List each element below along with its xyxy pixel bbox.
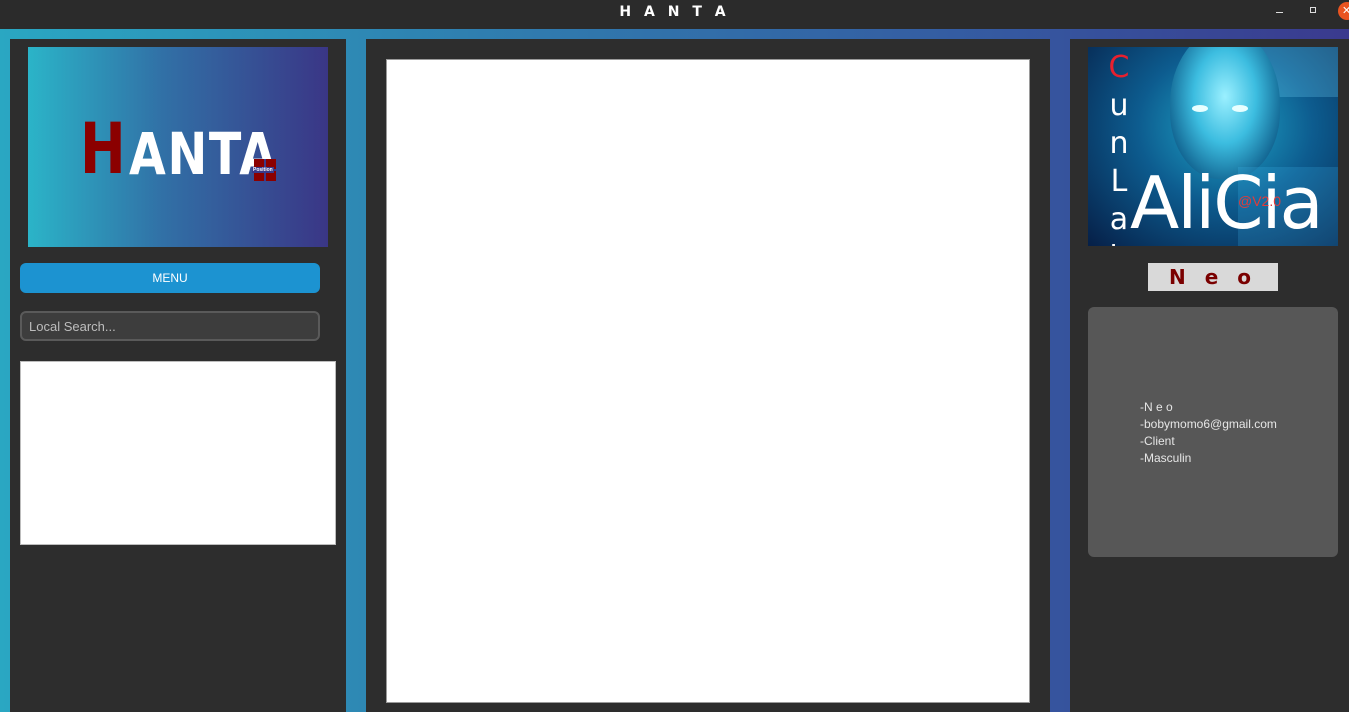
banner-letter: n xyxy=(1109,126,1129,161)
info-role: -Client xyxy=(1140,434,1175,448)
local-search-input[interactable] xyxy=(20,311,320,341)
banner-title: AliCia xyxy=(1130,161,1324,245)
maximize-icon[interactable] xyxy=(1307,4,1319,18)
main-content-area[interactable] xyxy=(386,59,1030,703)
logo-first-letter: H xyxy=(80,108,126,190)
banner-eye-right xyxy=(1232,105,1248,112)
info-name: -N e o xyxy=(1140,400,1173,414)
menu-button[interactable]: MENU xyxy=(20,263,320,293)
right-panel: C u n L a b AliCia @V2.0 N e o -N e o -b… xyxy=(1070,39,1349,712)
close-glyph: ✕ xyxy=(1342,5,1349,17)
banner-eye-left xyxy=(1192,105,1208,112)
window-title: H A N T A xyxy=(619,4,730,20)
logo-subtext: Position xyxy=(252,167,274,173)
center-panel xyxy=(366,39,1050,712)
info-gender: -Masculin xyxy=(1140,451,1192,465)
banner-face-image xyxy=(1170,47,1280,179)
title-bar: H A N T A ✕ xyxy=(0,0,1349,29)
close-icon[interactable]: ✕ xyxy=(1338,2,1349,20)
left-panel: H ANTA Position MENU xyxy=(10,39,346,712)
minimize-icon[interactable] xyxy=(1274,4,1286,18)
alicia-banner-image: C u n L a b AliCia @V2.0 xyxy=(1088,47,1338,246)
profile-info-lines: -N e o -bobymomo6@gmail.com -Client -Mas… xyxy=(1140,399,1277,467)
profile-name: N e o xyxy=(1148,263,1278,291)
info-email: -bobymomo6@gmail.com xyxy=(1140,417,1277,431)
profile-info-card: -N e o -bobymomo6@gmail.com -Client -Mas… xyxy=(1088,307,1338,557)
banner-letter: u xyxy=(1109,88,1129,123)
banner-version: @V2.0 xyxy=(1238,193,1282,209)
hanta-logo: H ANTA Position xyxy=(28,47,328,247)
results-list-box[interactable] xyxy=(20,361,336,545)
banner-letter: C xyxy=(1108,50,1130,85)
